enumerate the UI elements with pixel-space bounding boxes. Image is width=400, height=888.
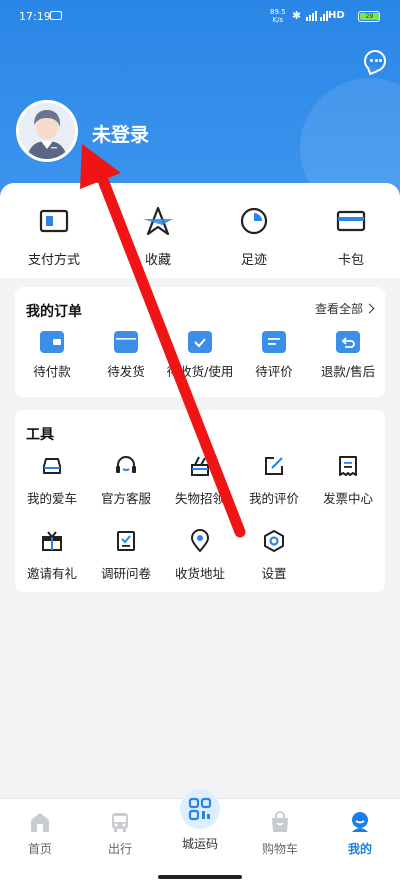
refund-icon bbox=[336, 331, 360, 353]
tab-label: 我的 bbox=[347, 842, 372, 856]
tab-label: 首页 bbox=[27, 842, 52, 856]
tab-label: 城运码 bbox=[181, 837, 218, 851]
inbox-check-icon bbox=[188, 331, 212, 353]
qr-code-icon bbox=[188, 797, 212, 821]
order-item-pending-payment[interactable]: 待付款 bbox=[15, 331, 89, 380]
tab-mine[interactable]: 我的 bbox=[325, 811, 395, 857]
network-speed-unit: K/s bbox=[272, 16, 284, 24]
tool-item-shipping-address[interactable]: 收货地址 bbox=[163, 529, 237, 582]
tool-item-customer-service[interactable]: 官方客服 bbox=[89, 454, 163, 507]
tool-item-label: 我的评价 bbox=[248, 491, 299, 506]
lost-found-icon bbox=[188, 454, 212, 478]
tool-item-my-reviews[interactable]: 我的评价 bbox=[237, 454, 311, 507]
tool-item-label: 调研问卷 bbox=[100, 566, 151, 581]
quick-item-history[interactable]: 足迹 bbox=[214, 205, 294, 268]
tool-item-label: 收货地址 bbox=[174, 566, 225, 581]
hd-indicator: HD bbox=[328, 10, 345, 21]
notification-icon bbox=[50, 11, 62, 20]
chevron-right-icon bbox=[364, 303, 375, 314]
tool-item-invoice-center[interactable]: 发票中心 bbox=[311, 454, 385, 507]
order-item-refund[interactable]: 退款/售后 bbox=[311, 331, 385, 380]
headset-icon bbox=[114, 454, 138, 478]
wallet-icon bbox=[40, 331, 64, 353]
settings-icon bbox=[262, 529, 286, 553]
orders-section: 我的订单 查看全部 待付款 待发货 待收货/使用 待评价 退款/售后 bbox=[15, 287, 385, 397]
order-item-pending-receipt[interactable]: 待收货/使用 bbox=[163, 331, 237, 380]
edit-icon bbox=[262, 454, 286, 478]
home-icon bbox=[29, 811, 51, 833]
quick-item-label: 足迹 bbox=[240, 253, 267, 268]
view-all-orders-link[interactable]: 查看全部 bbox=[314, 300, 375, 317]
quick-item-label: 收藏 bbox=[144, 253, 171, 268]
box-icon bbox=[114, 331, 138, 353]
tab-label: 出行 bbox=[107, 842, 132, 856]
order-item-pending-shipment[interactable]: 待发货 bbox=[89, 331, 163, 380]
location-icon bbox=[188, 529, 212, 553]
comment-icon bbox=[262, 331, 286, 353]
survey-icon bbox=[114, 529, 138, 553]
wallet-card-icon bbox=[38, 205, 70, 237]
signal-icon bbox=[306, 10, 328, 21]
tab-travel[interactable]: 出行 bbox=[85, 811, 155, 857]
home-indicator bbox=[158, 875, 242, 879]
order-item-label: 待评价 bbox=[255, 364, 293, 379]
profile-icon bbox=[349, 811, 371, 833]
battery-icon: 29 bbox=[358, 11, 380, 22]
car-icon bbox=[40, 454, 64, 478]
invoice-icon bbox=[336, 454, 360, 478]
network-speed: 89.5 K/s bbox=[270, 8, 286, 24]
order-item-pending-review[interactable]: 待评价 bbox=[237, 331, 311, 380]
message-button[interactable] bbox=[364, 50, 386, 72]
quick-item-label: 卡包 bbox=[337, 253, 364, 268]
quick-item-payment[interactable]: 支付方式 bbox=[14, 205, 94, 268]
tab-cart[interactable]: 购物车 bbox=[245, 811, 315, 857]
orders-title: 我的订单 bbox=[26, 304, 82, 320]
tool-item-survey[interactable]: 调研问卷 bbox=[89, 529, 163, 582]
login-status-label[interactable]: 未登录 bbox=[92, 120, 149, 147]
status-bar: 17:19 89.5 K/s ✱ HD 29 bbox=[0, 0, 400, 32]
battery-level: 29 bbox=[360, 13, 379, 20]
star-icon bbox=[142, 205, 174, 237]
tab-label: 购物车 bbox=[261, 842, 298, 856]
status-time: 17:19 bbox=[19, 10, 51, 23]
network-speed-value: 89.5 bbox=[270, 8, 286, 16]
quick-item-favorites[interactable]: 收藏 bbox=[118, 205, 198, 268]
bus-icon bbox=[109, 811, 131, 833]
tool-item-my-car[interactable]: 我的爱车 bbox=[15, 454, 89, 507]
tool-item-label: 官方客服 bbox=[100, 491, 151, 506]
tab-city-code[interactable] bbox=[180, 789, 220, 829]
order-item-label: 待收货/使用 bbox=[166, 364, 234, 379]
default-avatar-icon bbox=[19, 103, 75, 159]
tool-item-settings[interactable]: 设置 bbox=[237, 529, 311, 582]
tool-item-label: 失物招领 bbox=[174, 491, 225, 506]
tool-item-lost-found[interactable]: 失物招领 bbox=[163, 454, 237, 507]
tab-home[interactable]: 首页 bbox=[5, 811, 75, 857]
tool-item-label: 设置 bbox=[261, 566, 287, 581]
quick-item-card-wallet[interactable]: 卡包 bbox=[311, 205, 391, 268]
tools-title: 工具 bbox=[26, 427, 54, 443]
card-icon bbox=[335, 205, 367, 237]
order-item-label: 待发货 bbox=[107, 364, 145, 379]
tool-item-label: 我的爱车 bbox=[26, 491, 77, 506]
tool-item-label: 发票中心 bbox=[322, 491, 373, 506]
tool-item-label: 邀请有礼 bbox=[26, 566, 77, 581]
avatar[interactable] bbox=[16, 100, 78, 162]
order-item-label: 退款/售后 bbox=[320, 364, 376, 379]
quick-actions-card: 支付方式 收藏 足迹 卡包 bbox=[0, 183, 400, 278]
bluetooth-icon: ✱ bbox=[292, 9, 302, 22]
tools-section: 工具 我的爱车 官方客服 失物招领 我的评价 发票中心 邀请有礼 调研问卷 收货… bbox=[15, 410, 385, 592]
tool-item-invite-gift[interactable]: 邀请有礼 bbox=[15, 529, 89, 582]
history-icon bbox=[238, 205, 270, 237]
quick-item-label: 支付方式 bbox=[27, 253, 80, 268]
view-all-label: 查看全部 bbox=[314, 302, 363, 316]
gift-icon bbox=[40, 529, 64, 553]
cart-icon bbox=[269, 811, 291, 833]
order-item-label: 待付款 bbox=[33, 364, 71, 379]
